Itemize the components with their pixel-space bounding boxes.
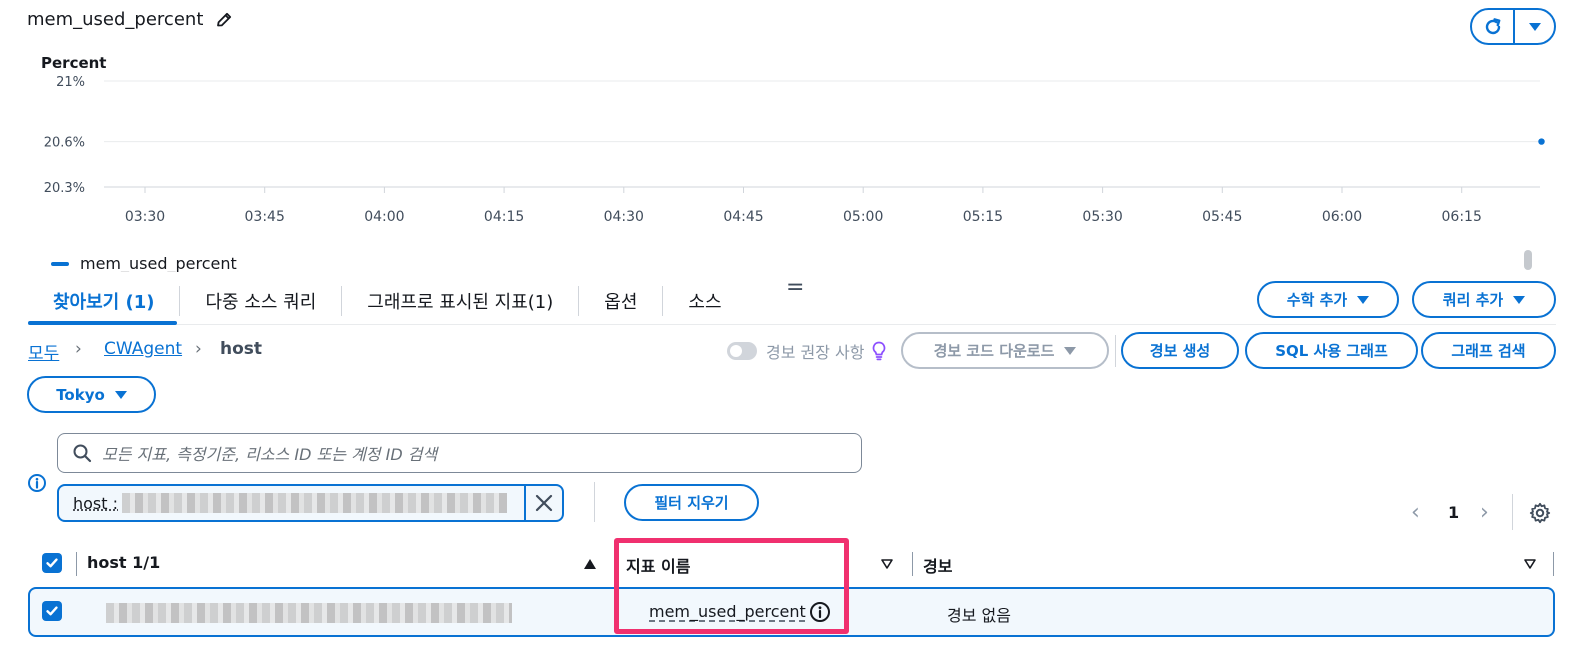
column-header-host[interactable]: host 1/1 (87, 553, 160, 572)
current-page[interactable]: 1 (1448, 503, 1459, 522)
redacted-host-value (106, 603, 512, 623)
column-divider (912, 552, 913, 576)
add-query-button[interactable]: 쿼리 추가 (1412, 281, 1556, 318)
graph-search-button[interactable]: 그래프 검색 (1421, 332, 1556, 369)
filter-token: host : (57, 484, 564, 522)
widget-title: mem_used_percent (27, 9, 204, 30)
refresh-options-dropdown[interactable] (1515, 10, 1554, 43)
column-divider (1553, 552, 1554, 576)
x-tick-label: 04:45 (723, 209, 763, 225)
alarm-recommendations-label: 경보 권장 사항 (766, 343, 865, 362)
y-axis-label: Percent (41, 54, 106, 72)
x-tick-label: 04:15 (484, 209, 524, 225)
pagination-divider (1512, 494, 1513, 530)
download-alarm-code-label: 경보 코드 다운로드 (933, 342, 1055, 360)
line-chart: Percent 21% 20.6% 20.3% 03:30 03:45 04:00 04:… (0, 50, 1577, 275)
highlight-box (614, 538, 849, 634)
x-tick-label: 06:15 (1442, 209, 1482, 225)
breadcrumb-current: host (220, 339, 263, 359)
tab-browse[interactable]: 찾아보기 (1) (28, 286, 181, 316)
caret-down-icon (114, 390, 127, 399)
add-query-label: 쿼리 추가 (1442, 291, 1504, 309)
sort-icon[interactable] (1524, 559, 1536, 569)
sort-icon[interactable] (881, 559, 893, 569)
create-alarm-button[interactable]: 경보 생성 (1121, 332, 1239, 369)
y-tick-label: 20.6% (44, 136, 85, 151)
select-all-checkbox[interactable] (42, 553, 62, 573)
breadcrumb-namespace[interactable]: CWAgent (104, 339, 182, 359)
tab-divider (28, 324, 1556, 325)
x-tick-label: 05:45 (1202, 209, 1242, 225)
chevron-right-icon: › (195, 339, 202, 359)
alarm-recommendations-toggle[interactable] (727, 342, 757, 360)
x-tick-label: 04:00 (364, 209, 404, 225)
toolbar-divider (1115, 335, 1116, 367)
check-icon (46, 558, 58, 568)
x-tick-label: 03:45 (245, 209, 285, 225)
x-tick-label: 05:15 (963, 209, 1003, 225)
filter-token-key: host : (73, 493, 119, 513)
x-tick-label: 04:30 (604, 209, 644, 225)
legend-scrollbar[interactable] (1524, 250, 1532, 270)
caret-down-icon (1064, 346, 1077, 355)
metric-search-input[interactable]: 모든 지표, 측정기준, 리소스 ID 또는 계정 ID 검색 (57, 433, 862, 473)
clear-filter-button[interactable]: 필터 지우기 (624, 484, 759, 521)
x-tick-label: 05:00 (843, 209, 883, 225)
next-page-icon[interactable]: › (1480, 500, 1489, 525)
row-checkbox[interactable] (42, 601, 62, 621)
sort-ascending-icon[interactable] (584, 559, 596, 569)
caret-down-icon (1357, 295, 1370, 304)
add-math-button[interactable]: 수학 추가 (1257, 281, 1399, 318)
pencil-icon[interactable] (214, 10, 234, 30)
row-alarm-status: 경보 없음 (947, 606, 1011, 625)
column-divider (76, 552, 77, 576)
search-placeholder: 모든 지표, 측정기준, 리소스 ID 또는 계정 ID 검색 (102, 445, 438, 464)
close-icon (535, 494, 553, 512)
filter-divider (594, 482, 595, 522)
y-tick-label: 20.3% (44, 181, 85, 196)
tab-options[interactable]: 옵션 (579, 286, 664, 316)
tab-graphed-metrics[interactable]: 그래프로 표시된 지표(1) (342, 286, 580, 316)
tab-multi-source-query[interactable]: 다중 소스 쿼리 (180, 286, 343, 316)
data-point[interactable] (1538, 138, 1545, 145)
column-header-alarm[interactable]: 경보 (923, 553, 952, 577)
refresh-icon (1485, 17, 1500, 34)
gear-icon[interactable] (1529, 502, 1551, 524)
tab-bar: 찾아보기 (1) 다중 소스 쿼리 그래프로 표시된 지표(1) 옵션 소스 (28, 276, 747, 326)
lightbulb-icon (872, 341, 886, 361)
y-tick-label: 21% (56, 75, 85, 90)
breadcrumb-all[interactable]: 모두 (28, 339, 59, 364)
redacted-value (122, 493, 508, 513)
tab-overflow-menu[interactable]: = (786, 275, 804, 300)
tab-source[interactable]: 소스 (663, 286, 746, 316)
remove-filter-button[interactable] (526, 486, 562, 520)
filter-token-body[interactable]: host : (59, 486, 526, 520)
add-math-label: 수학 추가 (1286, 291, 1348, 309)
x-tick-label: 06:00 (1322, 209, 1362, 225)
x-tick-label: 03:30 (125, 209, 165, 225)
x-tick-label: 05:30 (1082, 209, 1122, 225)
previous-page-icon[interactable]: ‹ (1411, 500, 1420, 525)
caret-down-icon (1513, 295, 1526, 304)
legend-swatch (51, 262, 69, 266)
chevron-right-icon: › (75, 339, 82, 359)
legend-label[interactable]: mem_used_percent (80, 254, 237, 272)
refresh-button[interactable] (1472, 10, 1515, 43)
info-icon[interactable] (27, 473, 47, 493)
check-icon (46, 606, 58, 616)
caret-down-icon (1528, 22, 1541, 31)
region-label: Tokyo (56, 385, 105, 404)
refresh-split-button (1470, 8, 1556, 45)
search-icon (73, 444, 92, 463)
active-tab-indicator (28, 321, 177, 325)
chart-background (0, 50, 1577, 275)
sql-graph-button[interactable]: SQL 사용 그래프 (1245, 332, 1418, 369)
download-alarm-code-button[interactable]: 경보 코드 다운로드 (901, 332, 1109, 369)
region-dropdown[interactable]: Tokyo (27, 376, 156, 413)
